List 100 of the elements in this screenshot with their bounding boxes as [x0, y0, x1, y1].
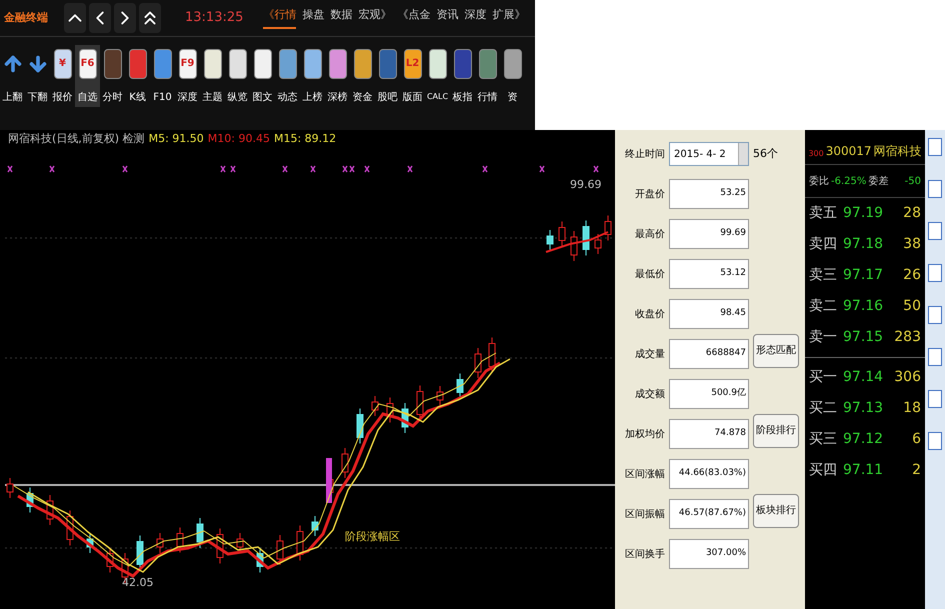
tile-icon: F6: [78, 49, 96, 79]
toolbar-button[interactable]: F10: [150, 45, 175, 107]
order-volume: 283: [894, 328, 921, 347]
nav-tab[interactable]: 资讯: [436, 6, 458, 30]
tool-icon[interactable]: [928, 180, 942, 198]
tile-icon: L2: [404, 49, 422, 79]
nav-tab[interactable]: 宏观》: [358, 6, 392, 30]
toolbar-button[interactable]: 纵览: [225, 45, 250, 107]
toolbar-button[interactable]: 图文: [250, 45, 275, 107]
action-button[interactable]: 阶段排行: [753, 414, 799, 448]
value-field[interactable]: 44.66(83.03%): [669, 459, 749, 489]
action-button[interactable]: 板块排行: [753, 494, 799, 528]
toolbar-button[interactable]: F9 深度: [175, 45, 200, 107]
toolbar-button[interactable]: 分时: [100, 45, 125, 107]
candlestick: [196, 518, 204, 548]
tile-icon: ¥: [54, 49, 72, 79]
value-field[interactable]: 74.878: [669, 419, 749, 449]
value-field[interactable]: 53.25: [669, 179, 749, 209]
toolbar-button[interactable]: 板指: [450, 45, 475, 107]
field-label: 加权均价: [624, 428, 665, 442]
toolbar-button[interactable]: 上翻: [0, 45, 25, 107]
field-label: 终止时间: [624, 148, 665, 162]
candlestick: [312, 516, 318, 536]
nav-tab[interactable]: 深度: [464, 6, 486, 30]
toolbar-button[interactable]: 动态: [275, 45, 300, 107]
value-field[interactable]: 500.9亿: [669, 379, 749, 409]
candlestick: [456, 373, 464, 399]
tool-icon[interactable]: [928, 222, 942, 240]
action-button[interactable]: 形态匹配: [753, 334, 799, 368]
ratio-value: -6.25%: [831, 174, 866, 188]
toolbar-button[interactable]: 主题: [200, 45, 225, 107]
tool-icon[interactable]: [928, 390, 942, 408]
toolbar-button[interactable]: 资金: [350, 45, 375, 107]
tool-icon[interactable]: [928, 432, 942, 450]
signal-mark: [230, 166, 236, 172]
signal-mark: [122, 166, 128, 172]
order-price: 97.16: [843, 297, 884, 316]
nav-tab[interactable]: 扩展》: [492, 6, 526, 30]
order-level-label: 买一: [809, 368, 838, 387]
toolbar-button[interactable]: L2 版面: [400, 45, 425, 107]
toolbar-button[interactable]: F6 自选: [75, 45, 100, 107]
order-volume: 28: [903, 204, 921, 223]
candlestick: [594, 234, 602, 254]
nav-tab[interactable]: 《行情: [263, 6, 296, 30]
toolbar-button[interactable]: 下翻: [25, 45, 50, 107]
value-field[interactable]: 46.57(87.67%): [669, 499, 749, 529]
order-level-label: 买二: [809, 399, 838, 418]
tool-icon[interactable]: [928, 138, 942, 156]
order-level-label: 卖四: [809, 235, 838, 254]
toolbar-button[interactable]: 股吧: [375, 45, 400, 107]
chart-title: 网宿科技(日线,前复权) 检测: [8, 130, 145, 147]
tool-icon[interactable]: [928, 306, 942, 324]
zone-label: 阶段涨幅区: [345, 530, 400, 543]
toolbar-button[interactable]: 深榜: [325, 45, 350, 107]
candlestick: [296, 525, 304, 561]
count-label: 56个: [753, 146, 778, 162]
candlestick: [386, 397, 394, 423]
market-prefix: 300: [808, 148, 824, 160]
candlestick: [342, 448, 348, 478]
candlestick: [256, 547, 264, 573]
double-up-icon[interactable]: [139, 3, 161, 33]
value-field[interactable]: 99.69: [669, 219, 749, 249]
order-price: 97.12: [843, 430, 884, 449]
candlestick: [86, 532, 94, 554]
toolbar-button[interactable]: 上榜: [300, 45, 325, 107]
order-price: 97.18: [843, 235, 884, 254]
low-price-label: 42.05: [122, 576, 154, 589]
order-price: 97.17: [843, 266, 884, 285]
high-price-label: 99.69: [570, 178, 602, 191]
tool-icon[interactable]: [928, 264, 942, 282]
signal-mark: [282, 166, 288, 172]
date-spin-field[interactable]: 2015- 4- 2: [669, 142, 749, 166]
home-up-icon[interactable]: [64, 3, 86, 33]
tool-icon[interactable]: [928, 348, 942, 366]
order-volume: 2: [912, 461, 921, 480]
field-label: 最高价: [634, 228, 665, 242]
field-label: 开盘价: [634, 188, 665, 202]
nav-tab[interactable]: 数据: [330, 6, 352, 30]
value-field[interactable]: 53.12: [669, 259, 749, 289]
order-level-label: 卖三: [809, 266, 838, 285]
toolbar-button[interactable]: K线: [125, 45, 150, 107]
candlestick: [488, 337, 496, 373]
toolbar-button[interactable]: CALC: [425, 45, 450, 105]
toolbar-button[interactable]: 行情: [475, 45, 500, 107]
nav-tab[interactable]: 操盘: [302, 6, 324, 30]
toolbar-button[interactable]: ¥ 报价: [50, 45, 75, 107]
value-field[interactable]: 6688847: [669, 339, 749, 369]
signal-mark: [539, 166, 545, 172]
forward-icon[interactable]: [114, 3, 136, 33]
signal-mark: [49, 166, 55, 172]
nav-tab[interactable]: 《点金: [397, 6, 430, 30]
value-field[interactable]: 98.45: [669, 299, 749, 329]
clock-time: 13:13:25: [185, 9, 244, 28]
toolbar-button[interactable]: 资: [500, 45, 525, 107]
field-label: 区间涨幅: [624, 468, 665, 482]
signal-mark: [220, 166, 226, 172]
value-field[interactable]: 307.00%: [669, 539, 749, 569]
difference-value: -50: [904, 174, 921, 188]
back-icon[interactable]: [89, 3, 111, 33]
field-label: 收盘价: [634, 308, 665, 322]
